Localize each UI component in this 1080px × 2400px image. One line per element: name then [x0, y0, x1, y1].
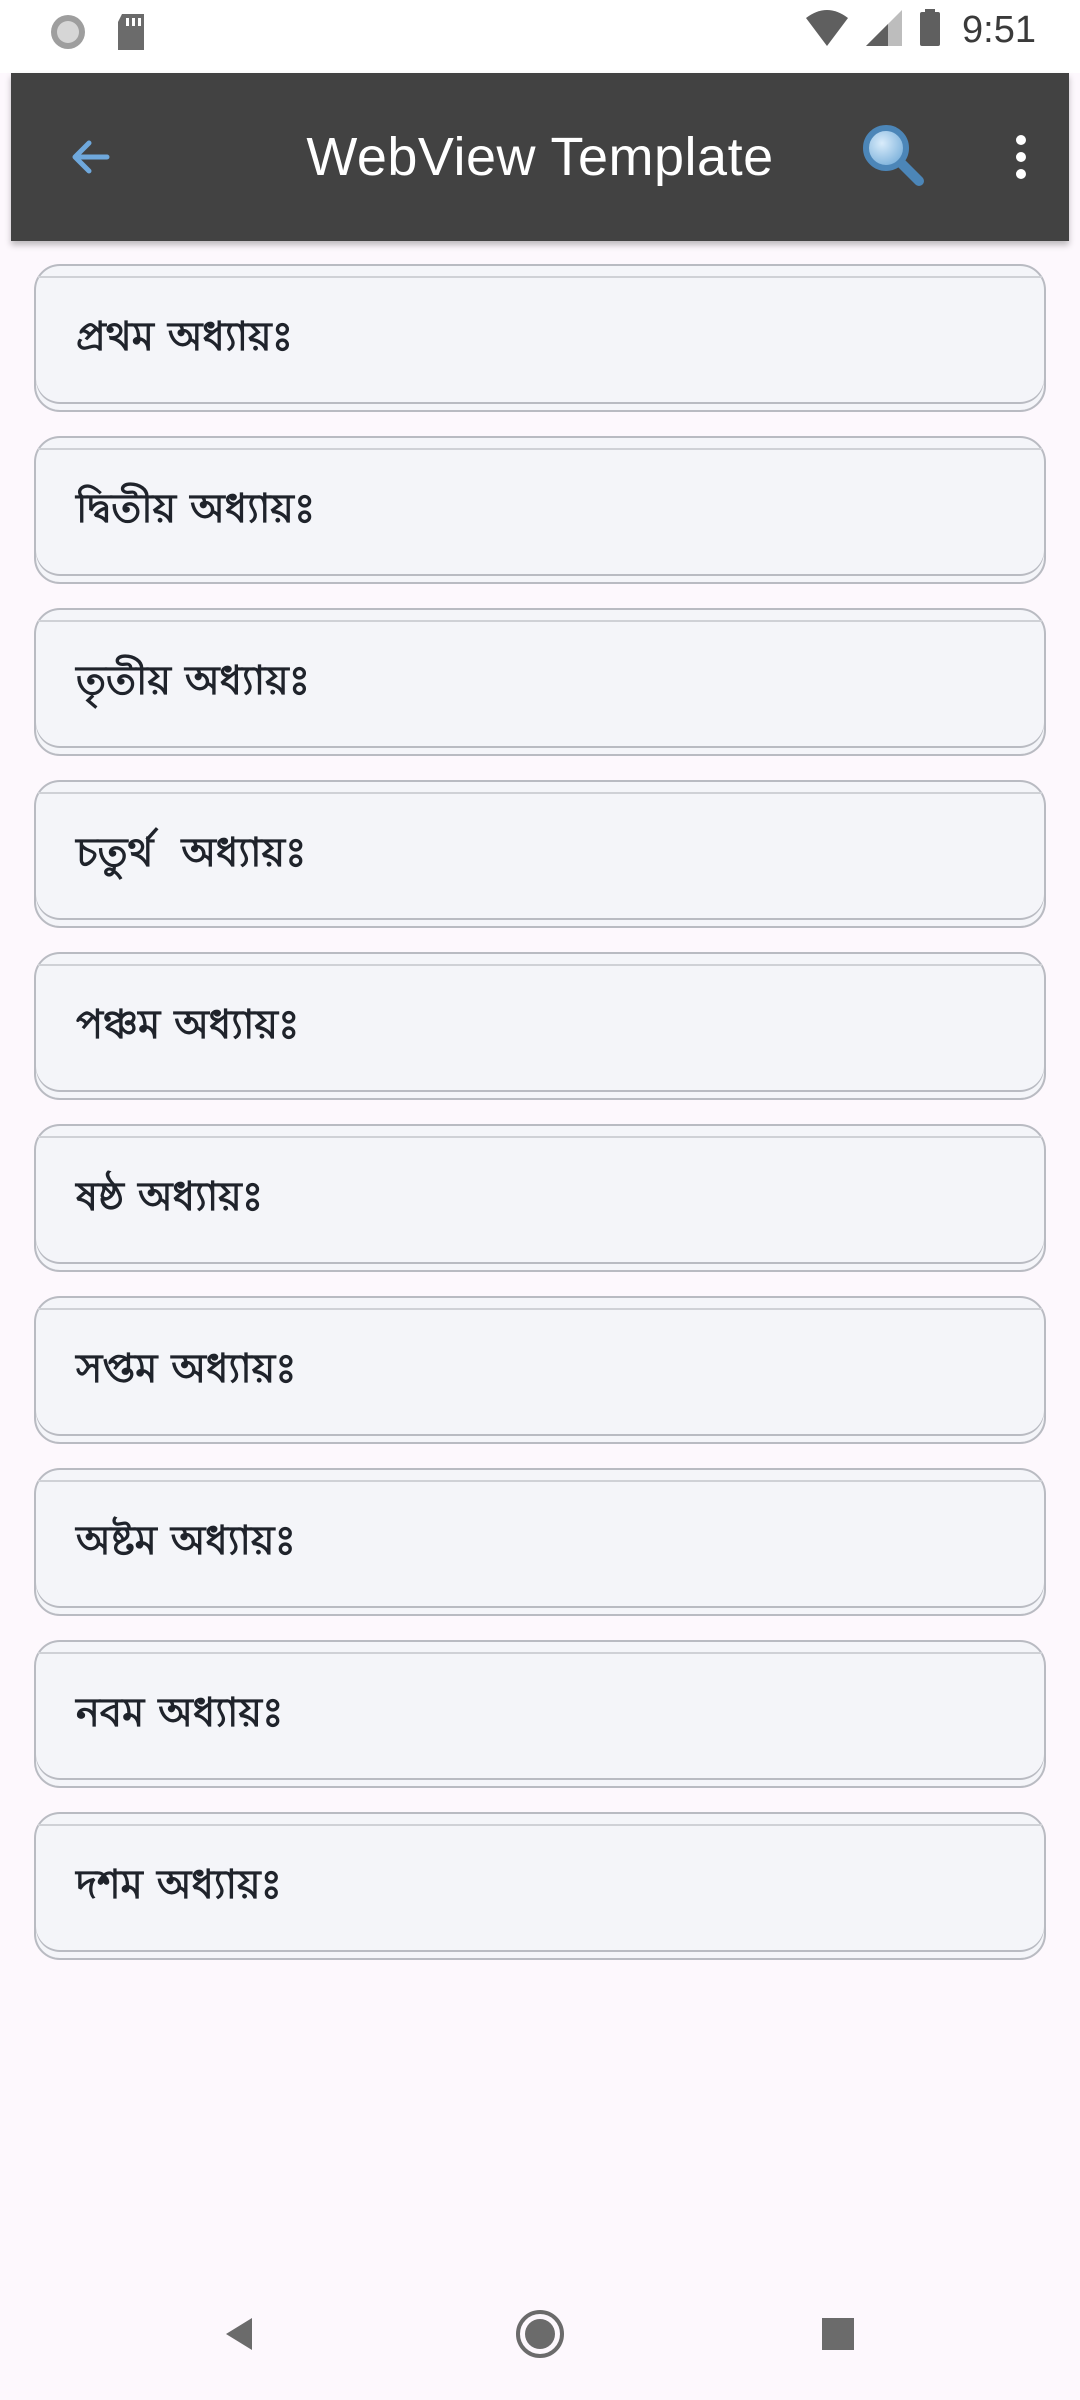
- chapter-label: দশম অধ্যায়ঃ: [76, 1860, 282, 1908]
- chapter-label: সপ্তম অধ্যায়ঃ: [76, 1344, 297, 1392]
- chapter-item-10[interactable]: দশম অধ্যায়ঃ: [34, 1812, 1046, 1960]
- wifi-icon: [804, 8, 850, 52]
- chapter-item-4[interactable]: চতুর্থ অধ্যায়ঃ: [34, 780, 1046, 928]
- search-button[interactable]: [853, 117, 933, 197]
- chapter-label: পঞ্চম অধ্যায়ঃ: [76, 1000, 300, 1048]
- battery-icon: [918, 8, 942, 52]
- chapter-list: প্রথম অধ্যায়ঃ দ্বিতীয় অধ্যায়ঃ তৃতীয় …: [34, 264, 1046, 1984]
- chapter-item-2[interactable]: দ্বিতীয় অধ্যায়ঃ: [34, 436, 1046, 584]
- status-time: 9:51: [962, 8, 1036, 51]
- chapter-item-6[interactable]: ষষ্ঠ অধ্যায়ঃ: [34, 1124, 1046, 1272]
- nav-recents-icon: [820, 2316, 856, 2356]
- chapter-item-1[interactable]: প্রথম অধ্যায়ঃ: [34, 264, 1046, 412]
- sd-card-icon: [114, 12, 148, 56]
- more-options-button[interactable]: [989, 123, 1053, 195]
- chapter-item-7[interactable]: সপ্তম অধ্যায়ঃ: [34, 1296, 1046, 1444]
- navigation-bar: [0, 2272, 1080, 2400]
- nav-home-icon: [514, 2308, 566, 2364]
- chapter-label: দ্বিতীয় অধ্যায়ঃ: [76, 484, 316, 532]
- chapter-item-8[interactable]: অষ্টম অধ্যায়ঃ: [34, 1468, 1046, 1616]
- chapter-label: প্রথম অধ্যায়ঃ: [76, 312, 294, 360]
- cell-signal-icon: [864, 8, 904, 52]
- more-vert-icon: [1013, 133, 1029, 185]
- nav-recents-button[interactable]: [802, 2300, 874, 2372]
- nav-back-button[interactable]: [204, 2300, 276, 2372]
- nav-back-icon: [220, 2314, 260, 2358]
- back-button[interactable]: [55, 123, 127, 195]
- status-bar: 9:51: [0, 0, 1080, 73]
- chapter-item-9[interactable]: নবম অধ্যায়ঃ: [34, 1640, 1046, 1788]
- chapter-label: চতুর্থ অধ্যায়ঃ: [76, 828, 307, 876]
- arrow-left-icon: [67, 133, 115, 185]
- chapter-item-3[interactable]: তৃতীয় অধ্যায়ঃ: [34, 608, 1046, 756]
- chapter-item-5[interactable]: পঞ্চম অধ্যায়ঃ: [34, 952, 1046, 1100]
- chapter-label: তৃতীয় অধ্যায়ঃ: [76, 656, 311, 704]
- nav-home-button[interactable]: [504, 2300, 576, 2372]
- chapter-label: নবম অধ্যায়ঃ: [76, 1688, 284, 1736]
- search-icon: [859, 121, 927, 193]
- app-bar: WebView Template: [11, 73, 1069, 241]
- chapter-label: ষষ্ঠ অধ্যায়ঃ: [76, 1172, 264, 1220]
- chapter-label: অষ্টম অধ্যায়ঃ: [76, 1516, 296, 1564]
- sync-icon: [48, 12, 88, 56]
